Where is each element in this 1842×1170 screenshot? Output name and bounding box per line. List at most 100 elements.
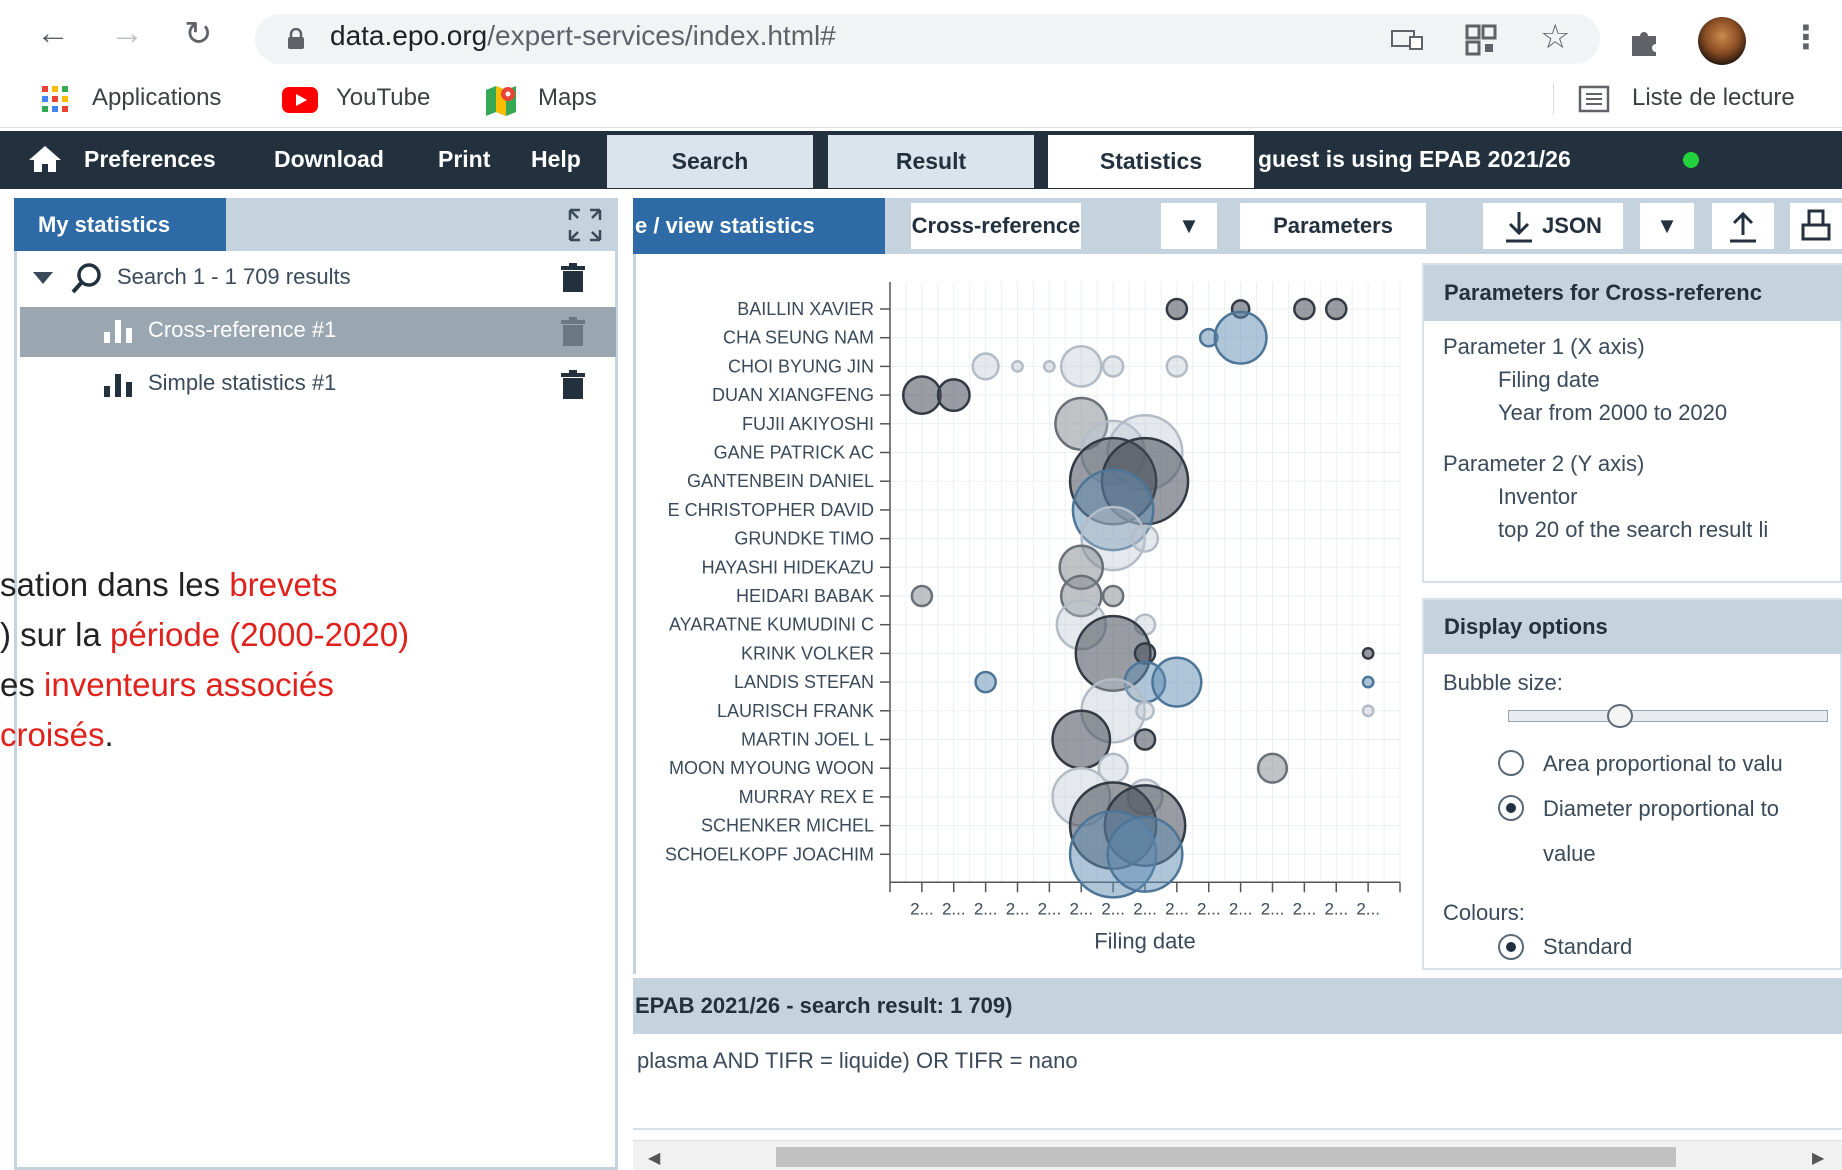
reading-list-button[interactable]: Liste de lecture	[1632, 84, 1795, 112]
bubble-mark[interactable]	[974, 670, 997, 694]
delete-search-icon[interactable]	[560, 263, 586, 293]
download-icon	[1506, 212, 1533, 243]
x-tick-label: 2...	[910, 899, 934, 918]
bubble-mark[interactable]	[1324, 297, 1348, 321]
bubble-mark[interactable]	[971, 352, 1000, 381]
bubble-mark[interactable]	[1165, 297, 1189, 321]
y-tick-label: CHOI BYUNG JIN	[728, 356, 874, 376]
my-statistics-header[interactable]: My statistics	[14, 198, 226, 251]
reload-icon[interactable]: ↻	[184, 14, 213, 54]
tab-result[interactable]: Result	[828, 135, 1034, 188]
menu-print[interactable]: Print	[438, 146, 490, 173]
bubble-mark[interactable]	[1059, 345, 1103, 388]
more-menu-icon[interactable]: ⋮	[1790, 18, 1822, 56]
cross-reference-item[interactable]: Cross-reference #1	[148, 317, 336, 343]
y-tick-label: LAURISCH FRANK	[717, 701, 874, 721]
print-button[interactable]	[1790, 203, 1842, 249]
diameter-proportional-label-2: value	[1543, 841, 1596, 866]
simple-statistics-item[interactable]: Simple statistics #1	[148, 370, 336, 396]
bubble-mark[interactable]	[936, 378, 971, 413]
bubble-mark[interactable]	[1130, 524, 1160, 553]
x-tick-label: 2...	[1197, 899, 1221, 918]
json-download-button[interactable]: JSON	[1483, 203, 1623, 249]
home-icon[interactable]	[28, 144, 62, 174]
scroll-left-arrow-icon[interactable]: ◀	[648, 1148, 660, 1168]
tab-search[interactable]: Search	[607, 135, 813, 188]
scrollbar-thumb[interactable]	[776, 1147, 1676, 1167]
tab-statistics[interactable]: Statistics	[1048, 135, 1254, 188]
extensions-icon[interactable]	[1628, 24, 1662, 58]
bubble-size-slider[interactable]	[1508, 710, 1828, 722]
annotation-line-2: ) sur la période (2000-2020)	[0, 616, 410, 653]
radio-selected-dot	[1506, 803, 1516, 813]
annotation-line-1: sation dans les brevets	[0, 566, 338, 603]
area-proportional-radio[interactable]	[1498, 750, 1524, 776]
bubble-size-slider-thumb[interactable]	[1607, 704, 1633, 728]
parameters-panel-header: Parameters for Cross-referenc	[1424, 265, 1842, 321]
json-dropdown-arrow-icon[interactable]: ▼	[1640, 203, 1694, 249]
bubble-mark[interactable]	[1101, 355, 1125, 378]
menu-help[interactable]: Help	[531, 146, 581, 173]
caret-down-icon[interactable]	[32, 270, 54, 286]
bubble-mark[interactable]	[1361, 646, 1375, 660]
x-tick-label: 2...	[1293, 899, 1317, 918]
bubble-mark[interactable]	[1293, 297, 1316, 321]
colours-label: Colours:	[1443, 900, 1525, 925]
view-statistics-tab[interactable]: e / view statistics	[633, 198, 885, 254]
bubble-mark[interactable]	[1151, 656, 1203, 708]
url-text[interactable]: data.epo.org/expert-services/index.html#	[330, 20, 836, 52]
delete-simple-statistics-icon[interactable]	[560, 370, 586, 400]
annotation-overlay: sation dans les brevets ) sur la période…	[0, 560, 520, 760]
forward-arrow-icon[interactable]: →	[110, 14, 144, 53]
maps-icon	[486, 86, 516, 116]
bubble-mark[interactable]	[1106, 815, 1184, 893]
dropdown-arrow-icon[interactable]: ▼	[1161, 203, 1217, 249]
x-tick-label: 2...	[1133, 899, 1157, 918]
y-tick-label: AYARATNE KUMUDINI C	[669, 615, 874, 635]
search-result-item[interactable]: Search 1 - 1 709 results	[117, 264, 351, 290]
bubble-chart[interactable]: BAILLIN XAVIER CHA SEUNG NAM CHOI BYUNG JI…	[636, 260, 1406, 970]
menu-preferences[interactable]: Preferences	[84, 146, 216, 173]
qr-icon[interactable]	[1465, 24, 1497, 56]
bubble-mark[interactable]	[1165, 355, 1189, 378]
bubble-mark[interactable]	[1133, 728, 1157, 751]
y-tick-label: CHA SEUNG NAM	[723, 328, 874, 348]
diameter-proportional-radio[interactable]	[1498, 795, 1524, 821]
bubble-mark[interactable]	[1042, 359, 1056, 373]
bookmark-applications[interactable]: Applications	[92, 84, 221, 112]
scroll-right-arrow-icon[interactable]: ▶	[1812, 1148, 1824, 1168]
y-tick-label: GANTENBEIN DANIEL	[687, 471, 874, 491]
back-arrow-icon[interactable]: ←	[36, 14, 70, 53]
search-result-header: EPAB 2021/26 - search result: 1 709)	[633, 978, 1842, 1034]
bubble-mark[interactable]	[1361, 675, 1375, 689]
bookmark-maps[interactable]: Maps	[538, 84, 597, 112]
status-indicator	[1683, 152, 1699, 168]
statistics-type-dropdown[interactable]: Cross-reference	[911, 203, 1081, 249]
x-tick-label: 2...	[1101, 899, 1125, 918]
delete-cross-reference-icon[interactable]	[560, 317, 586, 347]
search-query-text: plasma AND TIFR = liquide) OR TIFR = nan…	[637, 1048, 1078, 1073]
bubble-mark[interactable]	[1101, 584, 1125, 608]
y-tick-label: GANE PATRICK AC	[714, 443, 874, 463]
bubble-mark[interactable]	[1361, 704, 1375, 718]
menu-download[interactable]: Download	[274, 146, 384, 173]
apps-grid-icon[interactable]	[40, 84, 70, 114]
bubble-mark[interactable]	[1133, 642, 1157, 665]
bubble-mark[interactable]	[901, 375, 942, 416]
bubble-mark[interactable]	[1213, 310, 1268, 365]
bubble-mark[interactable]	[910, 584, 934, 608]
bubble-mark[interactable]	[1135, 700, 1155, 721]
bubble-mark[interactable]	[1011, 359, 1024, 373]
star-icon[interactable]: ☆	[1540, 17, 1570, 57]
lock-icon	[288, 28, 304, 49]
standard-colours-radio[interactable]	[1498, 934, 1524, 960]
upload-button[interactable]	[1712, 203, 1774, 249]
bookmark-youtube[interactable]: YouTube	[336, 84, 430, 112]
x-tick-label: 2...	[1324, 899, 1348, 918]
y-tick-label: GRUNDKE TIMO	[734, 529, 874, 549]
parameters-button[interactable]: Parameters	[1240, 203, 1426, 249]
profile-avatar[interactable]	[1698, 17, 1746, 65]
bubble-mark[interactable]	[1256, 752, 1289, 784]
cast-icon[interactable]	[1390, 28, 1424, 52]
expand-panel-icon[interactable]	[566, 206, 604, 244]
